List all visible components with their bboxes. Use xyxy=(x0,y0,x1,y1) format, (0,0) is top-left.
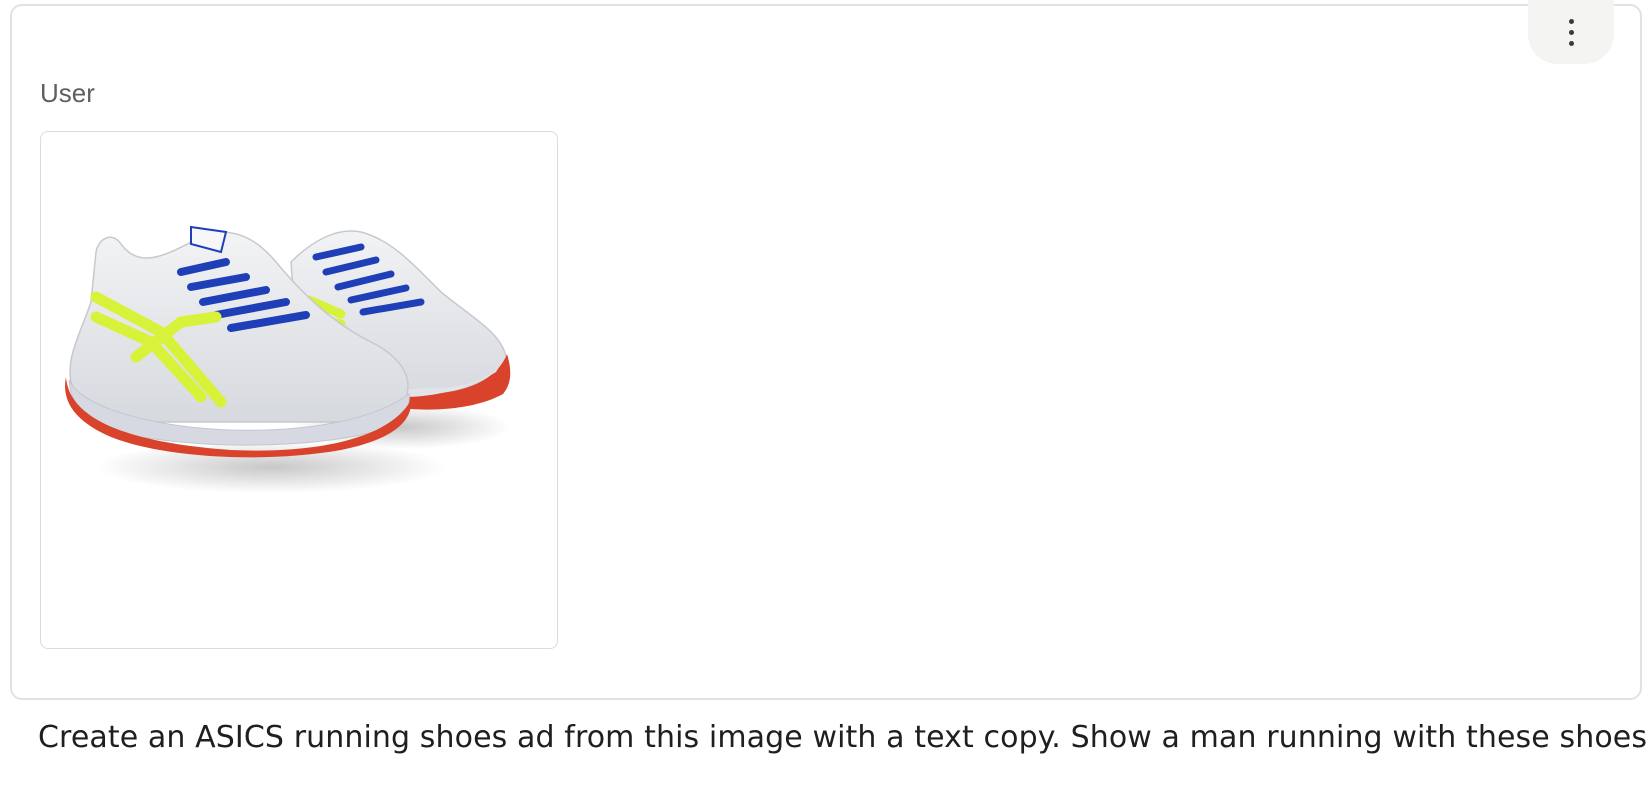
more-vertical-icon xyxy=(1568,18,1574,46)
attached-image[interactable] xyxy=(40,131,558,649)
user-message-card: User xyxy=(10,0,1642,700)
message-role-label: User xyxy=(40,78,95,108)
running-shoes-image xyxy=(65,225,511,493)
more-options-button[interactable] xyxy=(1528,0,1614,64)
user-prompt-text: Create an ASICS running shoes ad from th… xyxy=(38,720,1650,755)
